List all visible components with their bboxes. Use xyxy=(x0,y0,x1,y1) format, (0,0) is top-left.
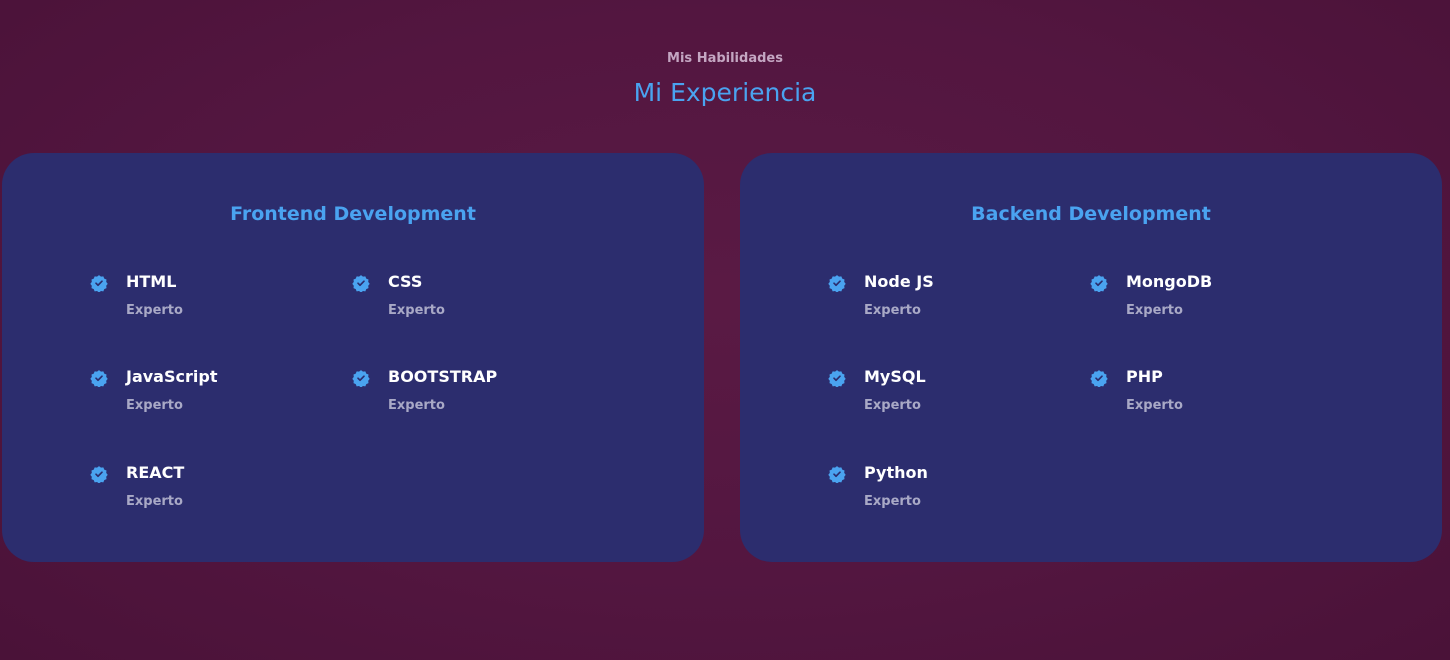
section-subtitle: Mis Habilidades xyxy=(667,51,783,66)
skill-name: BOOTSTRAP xyxy=(388,367,498,386)
verified-badge-icon xyxy=(352,275,370,292)
skill-level: Experto xyxy=(126,494,183,509)
verified-badge-icon xyxy=(1090,370,1108,387)
skill-level: Experto xyxy=(1126,303,1183,318)
skill-name: PHP xyxy=(1126,367,1163,386)
skill-item-javascript: JavaScript Experto xyxy=(90,367,310,427)
skill-item-mongodb: MongoDB Experto xyxy=(1090,272,1310,332)
backend-card-title: Backend Development xyxy=(971,203,1211,225)
skill-level: Experto xyxy=(1126,398,1183,413)
verified-badge-icon xyxy=(90,466,108,483)
verified-badge-icon xyxy=(90,275,108,292)
verified-badge-icon xyxy=(828,466,846,483)
backend-card: Backend Development Node JS Experto Mong… xyxy=(740,153,1442,562)
skill-item-html: HTML Experto xyxy=(90,272,310,332)
skill-name: JavaScript xyxy=(126,367,218,386)
skill-level: Experto xyxy=(388,303,445,318)
skill-name: MongoDB xyxy=(1126,272,1213,291)
skill-level: Experto xyxy=(126,303,183,318)
skill-name: HTML xyxy=(126,272,177,291)
skill-name: CSS xyxy=(388,272,423,291)
verified-badge-icon xyxy=(828,370,846,387)
skill-item-mysql: MySQL Experto xyxy=(828,367,1048,427)
verified-badge-icon xyxy=(1090,275,1108,292)
skill-item-bootstrap: BOOTSTRAP Experto xyxy=(352,367,572,427)
frontend-card: Frontend Development HTML Experto CSS Ex… xyxy=(2,153,704,562)
skill-name: Node JS xyxy=(864,272,934,291)
skill-level: Experto xyxy=(388,398,445,413)
skill-name: REACT xyxy=(126,463,185,482)
verified-badge-icon xyxy=(828,275,846,292)
skill-level: Experto xyxy=(864,494,921,509)
skill-item-css: CSS Experto xyxy=(352,272,572,332)
skill-item-nodejs: Node JS Experto xyxy=(828,272,1048,332)
skill-name: MySQL xyxy=(864,367,926,386)
skill-level: Experto xyxy=(864,303,921,318)
skill-name: Python xyxy=(864,463,928,482)
section-title: Mi Experiencia xyxy=(633,78,817,107)
skill-level: Experto xyxy=(126,398,183,413)
skill-item-python: Python Experto xyxy=(828,463,1048,523)
skill-level: Experto xyxy=(864,398,921,413)
verified-badge-icon xyxy=(90,370,108,387)
frontend-card-title: Frontend Development xyxy=(230,203,476,225)
skill-item-php: PHP Experto xyxy=(1090,367,1310,427)
verified-badge-icon xyxy=(352,370,370,387)
skill-item-react: REACT Experto xyxy=(90,463,310,523)
